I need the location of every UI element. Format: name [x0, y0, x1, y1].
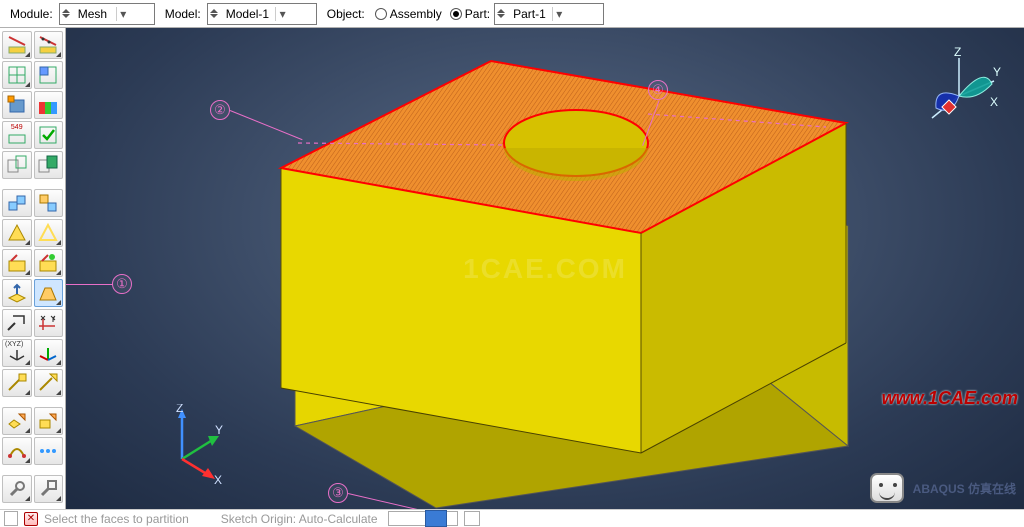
virtual-topology-icon[interactable] — [34, 279, 64, 307]
datum-a-icon[interactable] — [2, 369, 32, 397]
partition-face-icon[interactable] — [34, 189, 64, 217]
mesh-549-icon[interactable]: 549 — [2, 121, 32, 149]
mesh-group-b-icon[interactable] — [34, 151, 64, 179]
partition-edge-b-icon[interactable] — [34, 219, 64, 247]
annotation-2: ② — [210, 100, 230, 120]
part-value: Part-1 — [509, 7, 550, 21]
prompt-field[interactable] — [388, 511, 458, 526]
coord-sys-b-icon[interactable] — [34, 339, 64, 367]
annotation-3: ③ — [328, 483, 348, 503]
swept-a-icon[interactable] — [2, 407, 32, 435]
model-label: Model: — [159, 7, 203, 21]
prompt-text-right: Sketch Origin: Auto-Calculate — [221, 512, 378, 526]
partition-edge-a-icon[interactable] — [2, 219, 32, 247]
cancel-procedure-icon[interactable]: ✕ — [24, 512, 38, 526]
view-orientation-triad[interactable]: Z Y X — [914, 46, 1004, 136]
watermark-brand: ABAQUS 仿真在线 — [870, 473, 1016, 503]
prompt-stepper[interactable] — [464, 511, 480, 526]
svg-text:Z: Z — [176, 404, 183, 415]
query-icon[interactable] — [2, 309, 32, 337]
radio-circle-icon — [450, 8, 462, 20]
prompt-text-left: Select the faces to partition — [44, 512, 189, 526]
module-spinner[interactable] — [62, 9, 72, 18]
module-value: Mesh — [74, 7, 114, 21]
prompt-bar: ✕ Select the faces to partition Sketch O… — [0, 509, 1024, 527]
mesh-part-icon[interactable] — [2, 61, 32, 89]
model-value: Model-1 — [222, 7, 273, 21]
svg-text:Y: Y — [215, 423, 223, 437]
coord-sys-axes-icon[interactable]: (XYZ) — [2, 339, 32, 367]
mesh-group-a-icon[interactable] — [2, 151, 32, 179]
radio-assembly[interactable]: Assembly — [371, 7, 442, 21]
svg-text:X: X — [990, 95, 998, 109]
wechat-icon — [870, 473, 904, 503]
tool-a-icon[interactable] — [2, 475, 32, 503]
context-bar: Module: Mesh ▾ Model: Model-1 ▾ Object: … — [0, 0, 1024, 28]
tool-b-icon[interactable] — [34, 475, 64, 503]
view-triad: Z Y X — [152, 404, 232, 484]
mesh-controls-colored-icon[interactable] — [34, 91, 64, 119]
prompt-check[interactable] — [4, 511, 18, 526]
prompt-selected-button[interactable] — [425, 510, 447, 527]
radio-assembly-label: Assembly — [390, 7, 442, 21]
watermark-center: 1CAE.COM — [463, 253, 627, 285]
module-label: Module: — [4, 7, 55, 21]
assign-mesh-a-icon[interactable] — [2, 249, 32, 277]
part-dropdown-icon[interactable]: ▾ — [552, 7, 566, 21]
mesh-region-icon[interactable] — [34, 61, 64, 89]
viewport-3d[interactable]: ① ② ③ ④ 1CAE.COM Z Y X Z Y X www.1CAE.co… — [66, 28, 1024, 509]
watermark-url: www.1CAE.com — [882, 388, 1018, 409]
seed-edges-icon[interactable] — [34, 31, 64, 59]
curve-icon[interactable] — [2, 437, 32, 465]
seed-part-icon[interactable] — [2, 31, 32, 59]
model-spinner[interactable] — [210, 9, 220, 18]
model-dropdown-icon[interactable]: ▾ — [275, 7, 289, 21]
svg-text:X: X — [214, 473, 222, 484]
swept-b-icon[interactable] — [34, 407, 64, 435]
radio-circle-icon — [375, 8, 387, 20]
radio-part-label: Part: — [465, 7, 490, 21]
partition-cell-icon[interactable] — [2, 189, 32, 217]
element-type-icon[interactable] — [2, 91, 32, 119]
part-combo[interactable]: Part-1 ▾ — [494, 3, 604, 25]
svg-text:Y: Y — [993, 65, 1001, 79]
annotation-4: ④ — [648, 80, 668, 100]
module-combo[interactable]: Mesh ▾ — [59, 3, 155, 25]
assign-mesh-b-icon[interactable] — [34, 249, 64, 277]
assign-stack-icon[interactable] — [2, 279, 32, 307]
model-combo[interactable]: Model-1 ▾ — [207, 3, 317, 25]
datum-b-icon[interactable] — [34, 369, 64, 397]
annotation-1: ① — [112, 274, 132, 294]
svg-text:Z: Z — [954, 46, 961, 59]
radio-part[interactable]: Part: — [446, 7, 490, 21]
module-dropdown-icon[interactable]: ▾ — [116, 7, 130, 21]
dotted-blue-icon[interactable] — [34, 437, 64, 465]
verify-mesh-green-icon[interactable] — [34, 121, 64, 149]
object-label: Object: — [321, 7, 367, 21]
mesh-toolbox: 549 (XYZ) — [0, 28, 66, 509]
xy-icon[interactable] — [34, 309, 64, 337]
part-spinner[interactable] — [497, 9, 507, 18]
